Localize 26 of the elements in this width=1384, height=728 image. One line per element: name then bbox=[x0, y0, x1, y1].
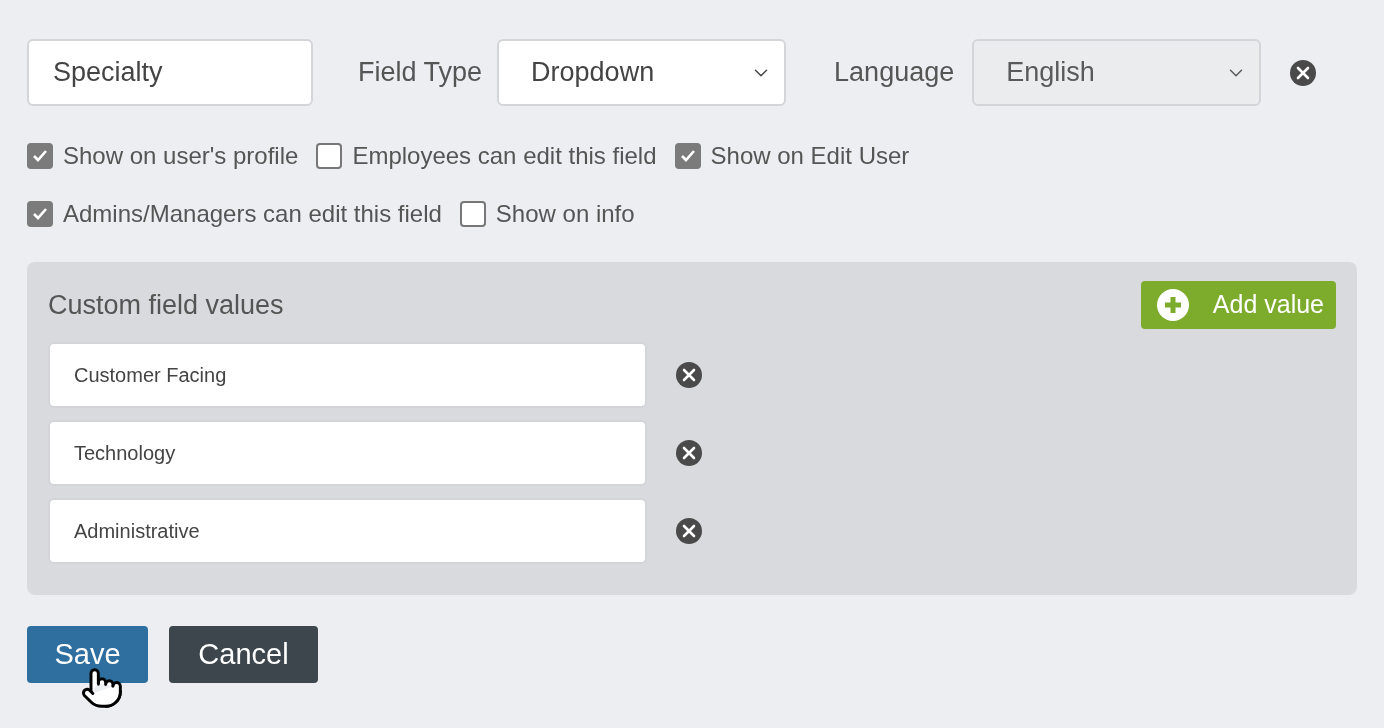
plus-icon bbox=[1156, 289, 1189, 321]
language-label: Language bbox=[834, 56, 955, 90]
save-button[interactable]: Save bbox=[27, 626, 148, 683]
remove-icon[interactable] bbox=[675, 517, 703, 545]
remove-icon[interactable] bbox=[675, 361, 703, 389]
checkbox[interactable] bbox=[27, 143, 53, 169]
value-input[interactable]: Customer Facing bbox=[48, 342, 647, 408]
field-type-label: Field Type bbox=[358, 56, 483, 90]
checkbox-option[interactable]: Admins/Managers can edit this field bbox=[27, 196, 442, 232]
panel-title: Custom field values bbox=[48, 288, 284, 322]
value-input[interactable]: Administrative bbox=[48, 498, 647, 564]
checkbox[interactable] bbox=[27, 201, 53, 227]
checkbox-option[interactable]: Show on user's profile bbox=[27, 138, 299, 174]
checkbox-option[interactable]: Employees can edit this field bbox=[316, 138, 657, 174]
checkbox[interactable] bbox=[674, 143, 701, 169]
value-input[interactable]: Technology bbox=[48, 420, 647, 486]
dropdown-field[interactable]: Dropdown bbox=[497, 39, 787, 106]
checkbox-option[interactable]: Show on Edit User bbox=[674, 138, 910, 174]
remove-icon[interactable] bbox=[675, 439, 703, 467]
checkbox[interactable] bbox=[459, 201, 486, 227]
cancel-button[interactable]: Cancel bbox=[169, 626, 318, 683]
field-name-input[interactable]: Specialty bbox=[27, 39, 313, 106]
checkbox-option[interactable]: Show on info bbox=[459, 196, 635, 232]
checkbox[interactable] bbox=[316, 143, 343, 169]
remove-icon[interactable] bbox=[1289, 58, 1318, 87]
hand-cursor-icon bbox=[80, 666, 124, 710]
